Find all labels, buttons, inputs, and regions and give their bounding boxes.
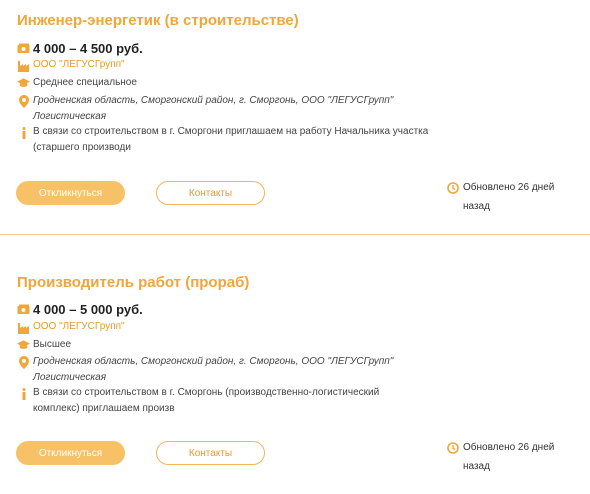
salary: 4 000 – 5 000 руб. <box>33 302 143 317</box>
updated-text: назад <box>463 461 490 472</box>
updated-text: Обновлено 26 дней <box>463 182 555 193</box>
education-icon <box>17 76 30 89</box>
company-row: ООО "ЛЕГУСГрупп" <box>17 321 125 334</box>
description-line: В связи со строительством в г. Сморгони … <box>33 126 429 137</box>
salary-row: 4 000 – 4 500 руб. <box>17 41 143 56</box>
education: Высшее <box>33 339 72 350</box>
salary-row: 4 000 – 5 000 руб. <box>17 302 143 317</box>
apply-button[interactable]: Откликнуться <box>16 441 125 465</box>
location-line: Логистическая <box>33 372 107 383</box>
salary: 4 000 – 4 500 руб. <box>33 41 143 56</box>
company-link[interactable]: ООО "ЛЕГУСГрупп" <box>33 59 125 70</box>
vacancy-title[interactable]: Инженер-энергетик (в строительстве) <box>17 12 299 29</box>
divider <box>0 234 590 235</box>
description-line: (старшего производи <box>33 142 131 153</box>
company-row: ООО "ЛЕГУСГрупп" <box>17 59 125 72</box>
company-icon <box>17 59 30 72</box>
clock-icon <box>446 441 459 454</box>
location-line: Гродненская область, Сморгонский район, … <box>33 95 394 106</box>
description-row: В связи со строительством в г. Сморгонь … <box>17 385 379 417</box>
contacts-button[interactable]: Контакты <box>156 181 265 205</box>
vacancy-card: Инженер-энергетик (в строительстве) 4 00… <box>0 0 590 234</box>
updated-info: Обновлено 26 дней назад <box>446 438 554 476</box>
updated-text: Обновлено 26 дней <box>463 442 555 453</box>
description-row: В связи со строительством в г. Сморгони … <box>17 124 428 156</box>
info-icon <box>17 126 30 139</box>
apply-button[interactable]: Откликнуться <box>16 181 125 205</box>
education-row: Среднее специальное <box>17 76 137 90</box>
info-icon <box>17 387 30 400</box>
money-icon <box>17 303 30 316</box>
vacancy-card: Производитель работ (прораб) 4 000 – 5 0… <box>0 262 590 494</box>
location-icon <box>17 356 30 369</box>
contacts-button[interactable]: Контакты <box>156 441 265 465</box>
clock-icon <box>446 181 459 194</box>
vacancy-title[interactable]: Производитель работ (прораб) <box>17 274 249 291</box>
location-row: Гродненская область, Сморгонский район, … <box>17 93 393 125</box>
money-icon <box>17 42 30 55</box>
education-row: Высшее <box>17 338 71 352</box>
location-icon <box>17 95 30 108</box>
company-icon <box>17 321 30 334</box>
location-line: Гродненская область, Сморгонский район, … <box>33 356 394 367</box>
description-line: комплекс) приглашаем произв <box>33 403 175 414</box>
company-link[interactable]: ООО "ЛЕГУСГрупп" <box>33 321 125 332</box>
description-line: В связи со строительством в г. Сморгонь … <box>33 387 380 398</box>
location-line: Логистическая <box>33 111 107 122</box>
location-row: Гродненская область, Сморгонский район, … <box>17 354 393 386</box>
updated-text: назад <box>463 201 490 212</box>
education-icon <box>17 338 30 351</box>
education: Среднее специальное <box>33 77 137 88</box>
updated-info: Обновлено 26 дней назад <box>446 178 554 216</box>
